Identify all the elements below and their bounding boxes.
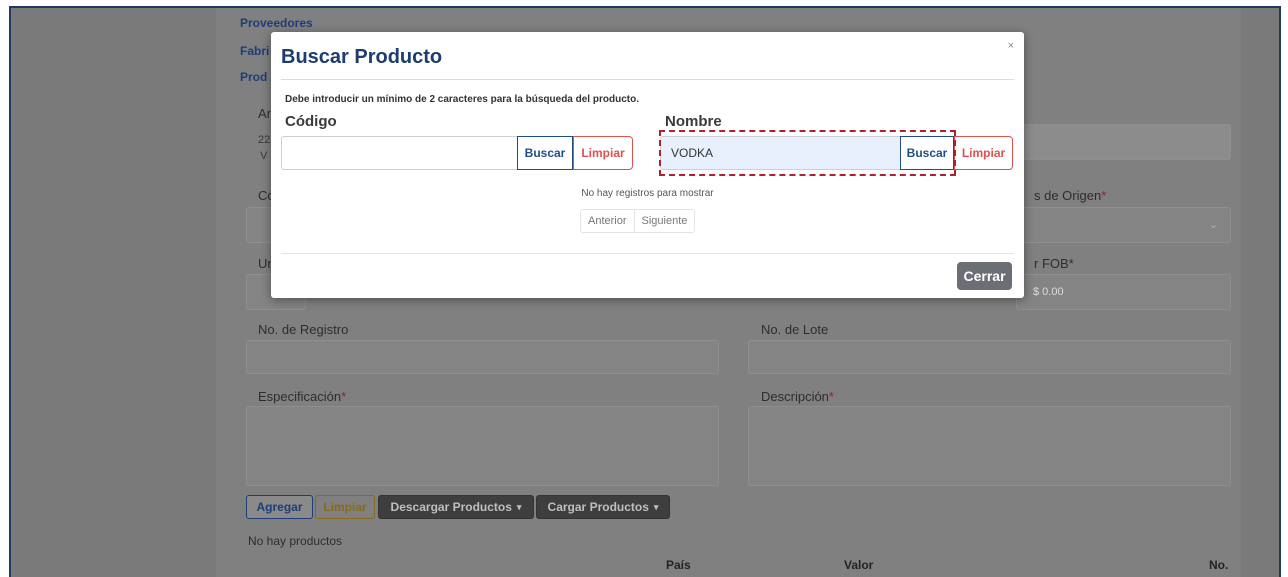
modal-divider (281, 79, 1014, 80)
no-records-message: No hay registros para mostrar (581, 188, 714, 199)
descargar-productos-button[interactable]: Descargar Productos ▾ (378, 495, 534, 519)
chevron-down-icon: ⌄ (1208, 219, 1218, 231)
nav-link-productos[interactable]: Prod (240, 70, 267, 84)
valor-fob-value: $ 0.00 (1033, 286, 1064, 298)
nav-link-fabricantes[interactable]: Fabri (240, 44, 269, 58)
pager-prev-button[interactable]: Anterior (581, 210, 634, 232)
agregar-button[interactable]: Agregar (246, 495, 313, 519)
modal-footer-divider (281, 253, 1014, 254)
especificacion-label: Especificación* (258, 389, 347, 404)
nombre-search-label: Nombre (665, 113, 722, 130)
codigo-search-input[interactable] (281, 136, 517, 170)
cerrar-button[interactable]: Cerrar (957, 262, 1012, 290)
descripcion-label: Descripción* (761, 389, 834, 404)
table-header-no: No. (1209, 558, 1229, 572)
caret-down-icon: ▾ (516, 501, 522, 512)
table-header-pais: País (666, 558, 691, 572)
descargar-productos-label: Descargar Productos (390, 500, 512, 514)
nombre-buscar-button[interactable]: Buscar (900, 136, 954, 170)
registro-input[interactable] (246, 340, 719, 374)
valor-fob-label: r FOB* (1034, 256, 1074, 271)
left-gutter (11, 8, 216, 577)
arancel-description-box (1016, 124, 1231, 160)
table-header-valor: Valor (844, 558, 874, 572)
lote-label: No. de Lote (761, 322, 829, 337)
nombre-search-input[interactable] (660, 136, 900, 170)
pagination: Anterior Siguiente (580, 209, 696, 233)
arancel-code: 22 (258, 134, 271, 146)
especificacion-textarea[interactable] (246, 406, 719, 486)
registro-label: No. de Registro (258, 322, 349, 337)
descripcion-textarea[interactable] (748, 406, 1231, 486)
nombre-limpiar-button[interactable]: Limpiar (954, 136, 1013, 170)
nav-link-proveedores[interactable]: Proveedores (240, 16, 313, 30)
search-hint: Debe introducir un mínimo de 2 caractere… (285, 94, 639, 105)
limpiar-form-button[interactable]: Limpiar (315, 495, 375, 519)
cargar-productos-button[interactable]: Cargar Productos ▾ (536, 495, 670, 519)
cargar-productos-label: Cargar Productos (547, 500, 649, 514)
codigo-buscar-button[interactable]: Buscar (517, 136, 573, 170)
codigo-limpiar-button[interactable]: Limpiar (573, 136, 633, 170)
close-icon[interactable]: × (1008, 40, 1014, 52)
pager-next-button[interactable]: Siguiente (633, 210, 695, 232)
modal-title: Buscar Producto (281, 46, 443, 68)
arancel-sub: V (260, 150, 268, 162)
pais-origen-select[interactable]: ⌄ (1016, 207, 1231, 243)
right-gutter (1237, 8, 1279, 577)
buscar-producto-modal: Buscar Producto × Debe introducir un mín… (271, 32, 1024, 298)
pais-origen-label: s de Origen* (1034, 188, 1107, 203)
lote-input[interactable] (748, 340, 1231, 374)
valor-fob-input[interactable]: $ 0.00 (1016, 274, 1231, 310)
caret-down-icon: ▾ (653, 501, 659, 512)
codigo-search-label: Código (285, 113, 337, 130)
empty-products-text: No hay productos (248, 534, 343, 548)
